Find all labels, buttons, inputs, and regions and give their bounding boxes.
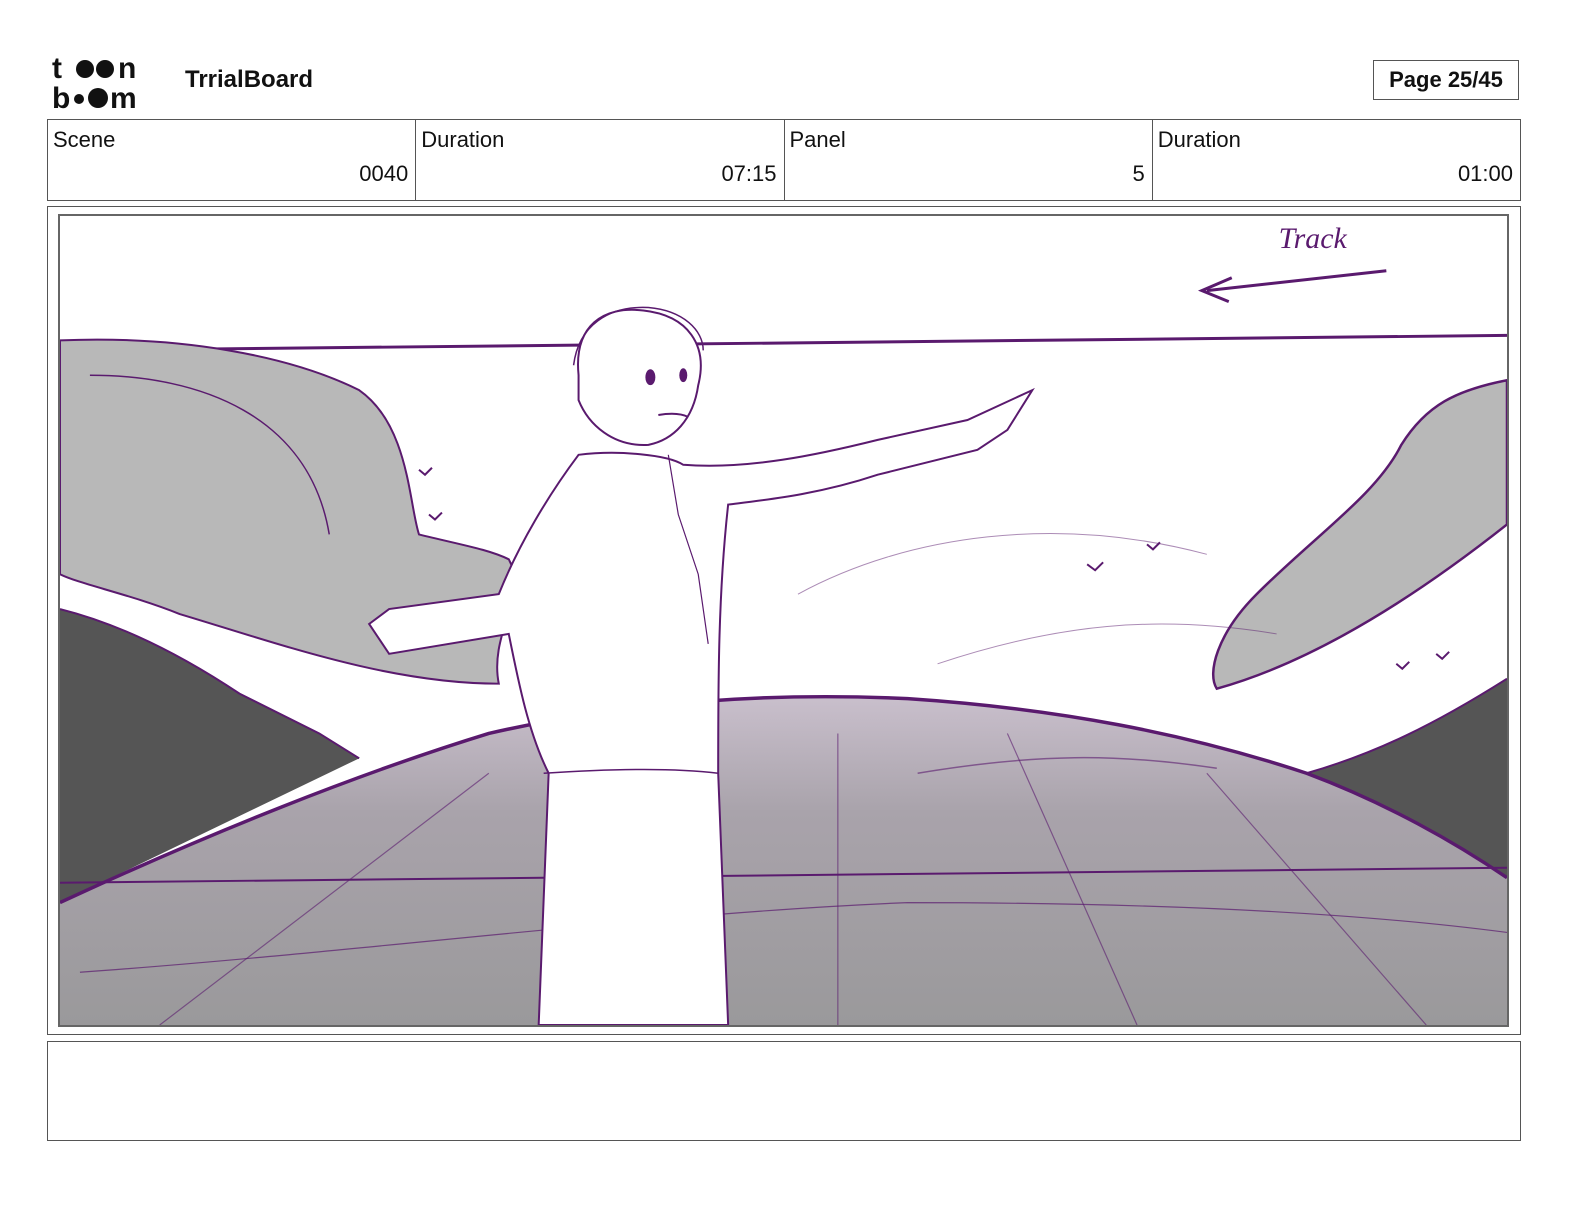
svg-text:b: b: [52, 82, 70, 110]
scene-duration-label: Duration: [421, 127, 505, 152]
svg-text:n: n: [118, 52, 136, 85]
svg-text:t: t: [52, 52, 62, 85]
panel-duration-cell: Duration 01:00: [1153, 120, 1520, 200]
scene-duration-cell: Duration 07:15: [416, 120, 785, 200]
panel-cell: Panel 5: [785, 120, 1153, 200]
page-indicator: Page 25/45: [1373, 60, 1519, 100]
panel-duration-label: Duration: [1157, 127, 1241, 152]
scene-label: Scene: [53, 127, 116, 152]
scene-duration-value: 07:15: [721, 161, 777, 186]
panel-label: Panel: [789, 127, 846, 152]
panel-caption-box: [47, 1041, 1521, 1141]
track-annotation: Track: [1279, 222, 1348, 255]
panel-duration-value: 01:00: [1457, 161, 1513, 186]
panel-value: 5: [1132, 161, 1145, 186]
svg-text:m: m: [110, 82, 137, 110]
scene-value: 0040: [359, 161, 409, 186]
storyboard-panel-image: Track: [58, 214, 1509, 1027]
toon-boom-logo: t n b m: [52, 52, 164, 110]
scene-cell: Scene 0040: [48, 120, 417, 200]
project-title: TrrialBoard: [185, 66, 314, 93]
panel-info-table: Scene 0040 Duration 07:15 Panel 5 Durati…: [47, 119, 1521, 201]
panel-sketch: Track: [60, 216, 1507, 1025]
